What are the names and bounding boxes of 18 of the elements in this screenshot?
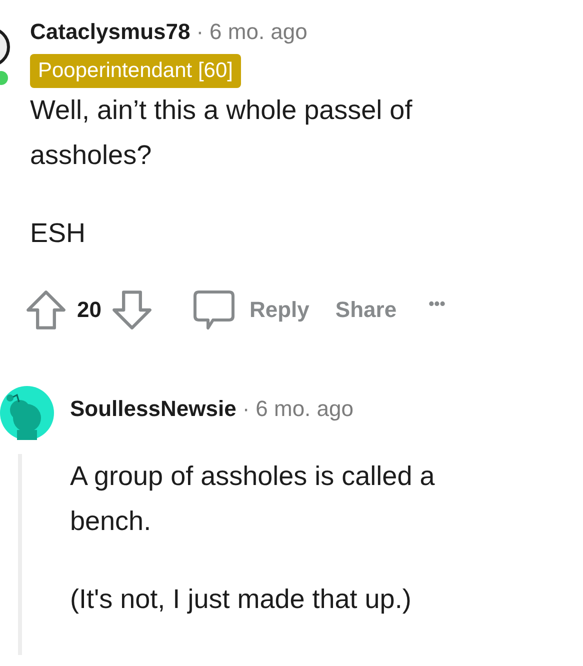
timestamp: 6 mo. ago [256,394,354,423]
share-button[interactable]: Share [335,293,397,326]
comment-text: A group of assholes is called a bench. [70,460,436,538]
downvote-icon[interactable] [111,288,154,330]
vote-count: 20 [77,296,102,324]
comment-icon[interactable] [193,288,236,330]
comment-text: Well, ain’t this a whole passel of assholes? [30,94,414,172]
timestamp: 6 mo. ago [210,18,308,46]
comment-text: ESH [30,216,87,250]
upvote-icon[interactable] [25,288,67,330]
more-options-button[interactable]: ••• [428,292,446,316]
user-flair: Pooperintendant [60] [30,54,241,88]
username-link[interactable]: Cataclysmus78 [30,15,190,48]
reply-button[interactable]: Reply [249,293,310,326]
separator-dot: · [196,18,204,46]
comment-text: (It's not, I just made that up.) [70,582,412,616]
separator-dot: · [242,394,250,422]
username-link[interactable]: SoullessNewsie [70,392,236,424]
